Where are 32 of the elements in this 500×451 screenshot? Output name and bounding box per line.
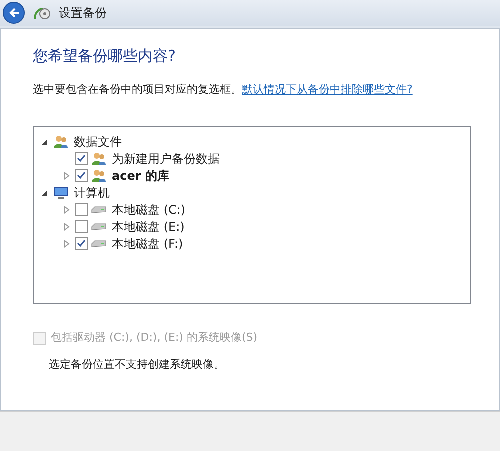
checkbox[interactable] bbox=[75, 220, 88, 233]
backup-icon bbox=[33, 5, 51, 21]
tree-item-label[interactable]: 为新建用户备份数据 bbox=[112, 150, 220, 168]
collapsed-arrow-icon[interactable] bbox=[62, 170, 72, 180]
collapsed-arrow-icon[interactable] bbox=[62, 204, 72, 214]
tree-item-label[interactable]: 数据文件 bbox=[74, 132, 122, 150]
users-icon bbox=[91, 152, 107, 166]
users-icon bbox=[53, 134, 69, 148]
checkbox[interactable] bbox=[75, 203, 88, 216]
back-arrow-icon bbox=[8, 7, 20, 19]
computer-icon bbox=[53, 186, 69, 200]
drive-icon bbox=[91, 220, 107, 232]
system-image-label: 包括驱动器 (C:), (D:), (E:) 的系统映像(S) bbox=[51, 330, 258, 346]
window-title: 设置备份 bbox=[59, 5, 107, 22]
tree-item-label[interactable]: acer 的库 bbox=[112, 166, 170, 184]
drive-icon bbox=[91, 238, 107, 250]
collapsed-arrow-icon[interactable] bbox=[62, 238, 72, 248]
heading: 您希望备份哪些内容? bbox=[33, 46, 177, 67]
checkbox[interactable] bbox=[75, 152, 88, 165]
drive-icon bbox=[91, 204, 107, 216]
note-text: 选定备份位置不支持创建系统映像。 bbox=[49, 356, 226, 372]
collapsed-arrow-icon[interactable] bbox=[62, 222, 72, 232]
back-button[interactable] bbox=[3, 2, 25, 24]
users-icon bbox=[91, 168, 107, 182]
tree-item-label[interactable]: 计算机 bbox=[74, 184, 110, 202]
instruction-text: 选中要包含在备份中的项目对应的复选框。 bbox=[33, 82, 242, 98]
tree-item-label[interactable]: 本地磁盘 (F:) bbox=[112, 234, 184, 252]
tree-item-label[interactable]: 本地磁盘 (C:) bbox=[112, 200, 186, 218]
excluded-files-link[interactable]: 默认情况下从备份中排除哪些文件? bbox=[242, 82, 413, 98]
tree-item-label[interactable]: 本地磁盘 (E:) bbox=[112, 218, 185, 236]
checkbox[interactable] bbox=[75, 169, 88, 182]
checkbox[interactable] bbox=[75, 237, 88, 250]
